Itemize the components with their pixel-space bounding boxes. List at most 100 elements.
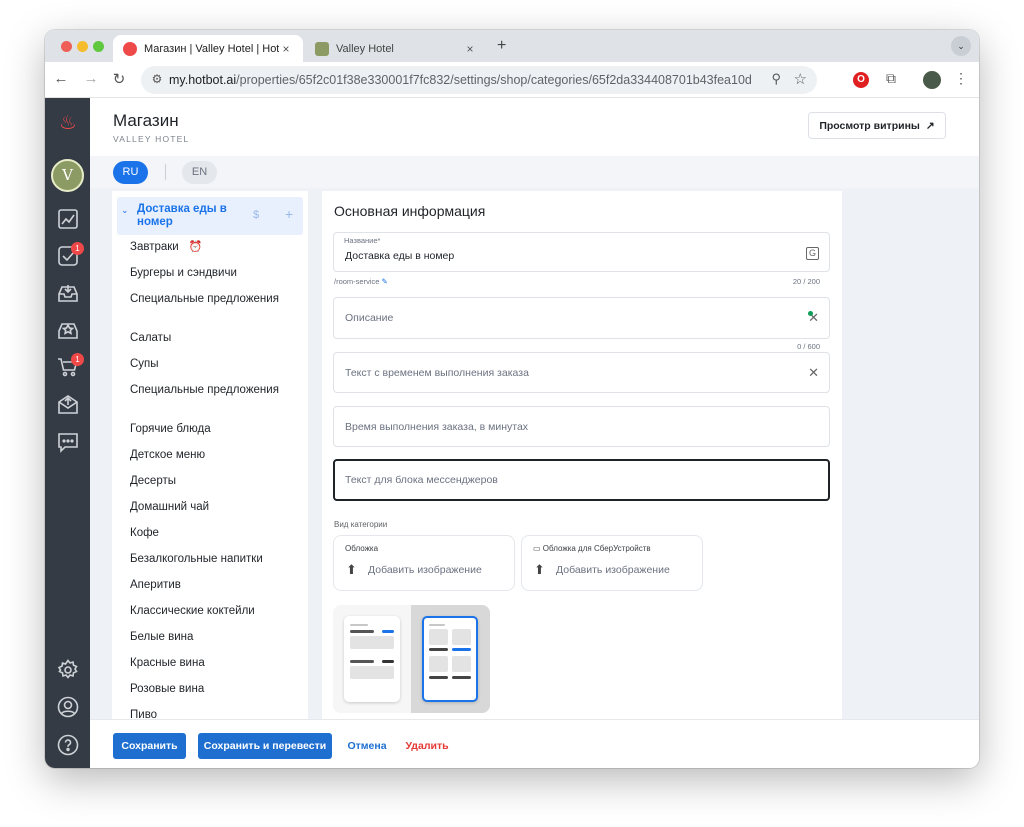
add-image-button[interactable]: Добавить изображение xyxy=(368,564,482,576)
category-item[interactable]: Классические коктейли xyxy=(130,605,300,618)
browser-menu-icon[interactable]: ⋮ xyxy=(951,70,971,90)
order-time-text-placeholder: Текст с временем выполнения заказа xyxy=(345,367,529,379)
category-item[interactable]: Бургеры и сэндвичи xyxy=(130,267,300,280)
list-layout-preview-icon xyxy=(344,616,400,702)
cover-label: Обложка xyxy=(345,544,379,553)
site-settings-icon[interactable]: ⚙ xyxy=(149,72,165,88)
grid-layout-option[interactable] xyxy=(411,605,490,713)
browser-toolbar: ← → ↻ ⚙ my.hotbot.ai/properties/65f2c01f… xyxy=(45,62,979,98)
messengers-text-field[interactable]: Текст для блока мессенджеров xyxy=(333,459,830,501)
category-item[interactable]: Десерты xyxy=(130,475,300,488)
category-item[interactable]: Аперитив xyxy=(130,579,300,592)
name-value: Доставка еды в номер xyxy=(345,250,455,262)
category-item[interactable]: Супы xyxy=(130,358,300,371)
sber-cover-label: ▭ Обложка для СберУстройств xyxy=(533,544,651,553)
description-placeholder: Описание xyxy=(345,312,394,324)
reviews-icon[interactable] xyxy=(55,319,80,344)
category-item[interactable]: Специальные предложения xyxy=(130,384,300,397)
add-image-button[interactable]: Добавить изображение xyxy=(556,564,670,576)
opera-extension-icon[interactable]: O xyxy=(853,72,869,88)
dollar-icon[interactable]: $ xyxy=(253,209,259,221)
lang-divider xyxy=(165,164,166,180)
storefront-preview-button[interactable]: Просмотр витрины ↗ xyxy=(808,112,946,139)
tab-title: Valley Hotel xyxy=(336,42,394,55)
lang-en-button[interactable]: EN xyxy=(182,161,217,184)
category-item[interactable]: Специальные предложения xyxy=(130,293,300,306)
page-header: Магазин VALLEY HOTEL Просмотр витрины ↗ xyxy=(90,98,979,156)
hotbot-favicon-icon xyxy=(123,41,137,56)
tab-valley-hotel[interactable]: Valley Hotel × xyxy=(305,35,487,62)
profile-avatar[interactable] xyxy=(923,71,941,89)
messengers-text-placeholder: Текст для блока мессенджеров xyxy=(345,474,498,486)
category-item[interactable]: Розовые вина xyxy=(130,683,300,696)
lang-ru-button[interactable]: RU xyxy=(113,161,148,184)
extensions-icon[interactable]: ⧉ xyxy=(881,70,901,90)
category-item[interactable]: Белые вина xyxy=(130,631,300,644)
order-time-minutes-field[interactable]: Время выполнения заказа, в минутах xyxy=(333,406,830,447)
settings-gear-icon[interactable] xyxy=(55,659,80,684)
category-item[interactable]: Пиво xyxy=(130,709,300,719)
url-text[interactable]: my.hotbot.ai/properties/65f2c01f38e33000… xyxy=(169,73,752,87)
device-icon: ▭ xyxy=(533,544,541,553)
translate-icon[interactable]: G xyxy=(806,247,819,260)
new-tab-button[interactable]: + xyxy=(497,37,506,55)
bookmark-star-icon[interactable]: ☆ xyxy=(794,70,807,88)
window-minimize-button[interactable] xyxy=(77,41,88,52)
user-profile-icon[interactable] xyxy=(55,696,80,721)
category-item[interactable]: Безалкогольные напитки xyxy=(130,553,300,566)
inbox-icon[interactable] xyxy=(55,282,80,307)
category-label: Завтраки xyxy=(130,241,179,253)
sber-cover-upload[interactable]: ▭ Обложка для СберУстройств ⬆ Добавить и… xyxy=(521,535,703,591)
property-avatar[interactable]: V xyxy=(51,159,84,192)
help-icon[interactable] xyxy=(55,734,80,759)
tab-hotbot-shop[interactable]: Магазин | Valley Hotel | Hotbo × xyxy=(113,35,303,62)
category-item[interactable]: Салаты xyxy=(130,332,300,345)
description-field[interactable]: Описание ✕ xyxy=(333,297,830,339)
save-button[interactable]: Сохранить xyxy=(113,733,186,759)
cover-upload[interactable]: Обложка ⬆ Добавить изображение xyxy=(333,535,515,591)
page-title: Магазин xyxy=(113,111,179,130)
chat-icon[interactable] xyxy=(55,431,80,456)
window-close-button[interactable] xyxy=(61,41,72,52)
window-zoom-button[interactable] xyxy=(93,41,104,52)
category-list: ⌄ Доставка еды в номер $ + Завтраки ⏰ Бур… xyxy=(112,191,308,719)
category-item[interactable]: Красные вина xyxy=(130,657,300,670)
forward-button[interactable]: → xyxy=(81,70,101,87)
category-item[interactable]: Кофе xyxy=(130,527,300,540)
category-item[interactable]: Горячие блюда xyxy=(130,423,300,436)
category-item[interactable]: Завтраки ⏰ xyxy=(130,241,300,254)
tab-search-button[interactable]: ⌄ xyxy=(951,36,971,56)
tab-strip: Магазин | Valley Hotel | Hotbo × Valley … xyxy=(45,30,979,62)
order-time-text-field[interactable]: Текст с временем выполнения заказа ✕ xyxy=(333,352,830,393)
category-label: Доставка еды в номер xyxy=(137,203,227,228)
slug-text[interactable]: /room-service ✎ xyxy=(334,277,388,286)
clear-icon[interactable]: ✕ xyxy=(808,365,819,381)
cart-badge: 1 xyxy=(71,353,84,366)
tab-close-icon[interactable]: × xyxy=(463,42,477,56)
edit-pencil-icon[interactable]: ✎ xyxy=(382,277,388,286)
reload-button[interactable]: ↻ xyxy=(109,70,129,88)
hotbot-logo-icon[interactable]: ♨ xyxy=(56,110,80,136)
analytics-icon[interactable] xyxy=(55,208,80,233)
category-item[interactable]: Домашний чай xyxy=(130,501,300,514)
back-button[interactable]: ← xyxy=(51,70,71,87)
tab-close-icon[interactable]: × xyxy=(279,42,293,56)
hotbot-app: ♨ V 1 1 Магазин VALLEY HOTEL Просмотр ви… xyxy=(45,98,979,768)
add-subcategory-icon[interactable]: + xyxy=(285,206,293,222)
property-name: VALLEY HOTEL xyxy=(113,134,190,144)
description-counter: 0 / 600 xyxy=(797,342,820,351)
chevron-down-icon[interactable]: ⌄ xyxy=(121,205,129,216)
delete-button[interactable]: Удалить xyxy=(402,733,452,759)
category-view-label: Вид категории xyxy=(334,520,388,529)
preview-label: Просмотр витрины xyxy=(819,119,920,132)
cancel-button[interactable]: Отмена xyxy=(342,733,392,759)
mailing-icon[interactable] xyxy=(55,393,80,418)
zoom-icon[interactable]: ⚲ xyxy=(771,71,781,87)
category-item-active[interactable]: ⌄ Доставка еды в номер $ + xyxy=(117,197,303,235)
name-field[interactable]: Название* Доставка еды в номер G xyxy=(333,232,830,272)
list-layout-option[interactable] xyxy=(333,605,411,713)
save-and-translate-button[interactable]: Сохранить и перевести xyxy=(198,733,332,759)
category-item[interactable]: Детское меню xyxy=(130,449,300,462)
address-bar[interactable]: ⚙ my.hotbot.ai/properties/65f2c01f38e330… xyxy=(141,66,817,94)
action-bar: Сохранить Сохранить и перевести Отмена У… xyxy=(90,719,979,768)
